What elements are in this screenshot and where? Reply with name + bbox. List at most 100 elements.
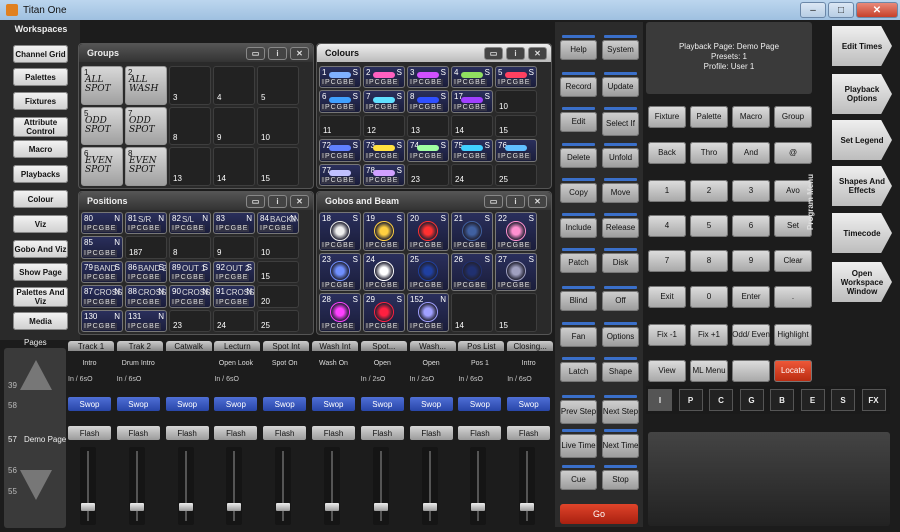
sidebar-item-show-page[interactable]: Show Page (13, 263, 68, 281)
position-palette-cell[interactable]: 9 (213, 236, 255, 259)
colour-palette-cell[interactable]: 72 S IPCGBE (319, 139, 361, 162)
gobo-palette-cell[interactable]: 23 S IPCGBE (319, 252, 361, 292)
playback-tab[interactable]: Lecturn (214, 341, 261, 351)
panel-menu-button[interactable]: ▭ (484, 194, 503, 208)
position-palette-cell[interactable]: 24 (213, 309, 255, 332)
group-cell[interactable]: 1 ALL SPOT (81, 66, 123, 105)
gobo-palette-cell[interactable]: 27 S IPCGBE (495, 252, 537, 292)
swop-button[interactable]: Swop (360, 397, 404, 411)
position-palette-cell[interactable]: 81 S/R N IPCGBE (125, 212, 167, 235)
key-8-button[interactable]: 8 (690, 250, 728, 272)
position-palette-cell[interactable]: 82 S/L N IPCGBE (169, 212, 211, 235)
cmd-unfold-button[interactable]: Unfold (602, 143, 639, 168)
cmd-latch-button[interactable]: Latch (560, 357, 597, 382)
group-cell[interactable]: 14 (213, 147, 255, 186)
sidebar-item-fixtures[interactable]: Fixtures (13, 92, 68, 110)
swop-button[interactable]: Swop (409, 397, 453, 411)
fader-knob[interactable] (227, 503, 242, 511)
sidebar-item-playbacks[interactable]: Playbacks (13, 165, 68, 183)
fader-knob[interactable] (325, 503, 339, 511)
position-palette-cell[interactable]: 80 N IPCGBE (81, 212, 123, 235)
flash-button[interactable]: Flash (360, 426, 404, 440)
fader-knob[interactable] (520, 503, 535, 511)
panel-menu-button[interactable]: ▭ (246, 46, 265, 60)
position-palette-cell[interactable]: 79 BAND S IPCGBE (81, 260, 123, 284)
group-cell[interactable]: 9 (213, 106, 255, 146)
position-palette-cell[interactable]: 25 (257, 309, 299, 332)
gobo-palette-cell[interactable]: 18 S IPCGBE (319, 212, 361, 251)
cmd-include-button[interactable]: Include (560, 213, 597, 238)
position-palette-cell[interactable]: 89 OUT 1 S IPCGBE (169, 260, 211, 284)
key-2-button[interactable]: 2 (690, 180, 728, 202)
gobo-palette-cell[interactable]: 152 N IPCGBE (407, 293, 449, 332)
sidebar-item-gobo-and-viz[interactable]: Gobo And Viz (13, 240, 68, 258)
gobo-palette-cell[interactable]: 29 S IPCGBE (363, 293, 405, 332)
key-group-button[interactable]: Group (774, 106, 812, 128)
key-6-button[interactable]: 6 (732, 215, 770, 237)
playback-fader[interactable] (226, 447, 243, 525)
cmd-cue-button[interactable]: Cue (560, 465, 597, 490)
info-icon[interactable]: i (506, 46, 525, 60)
key-ml-menu-button[interactable]: ML Menu (690, 360, 728, 382)
playback-tab[interactable]: Catwalk (165, 341, 212, 351)
current-page-name[interactable]: Demo Page (24, 435, 66, 444)
key-0-button[interactable]: 0 (690, 286, 728, 308)
info-icon[interactable]: i (268, 46, 287, 60)
colour-palette-cell[interactable]: 12 (363, 114, 405, 138)
colour-palette-cell[interactable]: 73 S IPCGBE (363, 139, 405, 162)
key-4-button[interactable]: 4 (648, 215, 686, 237)
flash-button[interactable]: Flash (409, 426, 453, 440)
cmd-copy-button[interactable]: Copy (560, 178, 597, 203)
flash-button[interactable]: Flash (458, 426, 502, 440)
minimize-button[interactable]: – (800, 2, 826, 18)
colour-palette-cell[interactable]: 24 (451, 163, 493, 186)
key-enter-button[interactable]: Enter (732, 286, 770, 308)
panel-menu-button[interactable]: ▭ (484, 46, 503, 60)
filter-tab-p[interactable]: P (678, 389, 703, 411)
cmd-system-button[interactable]: System (602, 35, 639, 60)
key-odd-even-button[interactable]: Odd/ Even (732, 324, 770, 346)
cmd-next-time-button[interactable]: Next Time (602, 429, 639, 458)
key-3-button[interactable]: 3 (732, 180, 770, 202)
cmd-live-time-button[interactable]: Live Time (560, 429, 597, 458)
info-icon[interactable]: i (268, 194, 287, 208)
playback-fader[interactable] (177, 447, 194, 525)
gobo-palette-cell[interactable]: 14 (451, 293, 493, 332)
key-blank-button[interactable] (732, 360, 770, 382)
swop-button[interactable]: Swop (507, 397, 551, 411)
close-icon[interactable]: ✕ (528, 46, 547, 60)
flash-button[interactable]: Flash (116, 426, 160, 440)
swop-button[interactable]: Swop (263, 397, 307, 411)
colour-palette-cell[interactable]: 17 S IPCGBE (451, 90, 493, 113)
playback-tab[interactable]: Wash Int (312, 341, 358, 351)
cmd-release-button[interactable]: Release (602, 213, 639, 238)
cmd-next-step-button[interactable]: Next Step (602, 395, 639, 424)
fader-knob[interactable] (471, 503, 486, 511)
cmd-move-button[interactable]: Move (602, 178, 639, 203)
cmd-patch-button[interactable]: Patch (560, 248, 597, 273)
position-palette-cell[interactable]: 10 (257, 236, 299, 259)
filter-tab-b[interactable]: B (770, 389, 794, 411)
position-palette-cell[interactable]: 15 (257, 260, 299, 284)
sidebar-item-attribute-control[interactable]: Attribute Control (13, 117, 68, 137)
close-icon[interactable]: ✕ (290, 194, 309, 208)
colour-palette-cell[interactable]: 4 S IPCGBE (451, 66, 493, 89)
cmd-stop-button[interactable]: Stop (602, 465, 639, 490)
group-cell[interactable]: 8 (169, 106, 211, 146)
filter-tab-s[interactable]: S (831, 389, 855, 411)
group-cell[interactable]: 7 ODD SPOT (125, 106, 167, 146)
colour-palette-cell[interactable]: 23 (407, 163, 449, 186)
playback-fader[interactable] (128, 447, 145, 525)
sidebar-item-palettes[interactable]: Palettes (13, 68, 68, 86)
group-cell[interactable]: 3 (169, 66, 211, 105)
swop-button[interactable]: Swop (165, 397, 209, 411)
close-button[interactable]: ✕ (856, 2, 898, 18)
cmd-disk-button[interactable]: Disk (602, 248, 639, 273)
position-palette-cell[interactable]: 90 CROSS N IPCGBE (169, 285, 211, 308)
key-view-button[interactable]: View (648, 360, 686, 382)
position-palette-cell[interactable]: 23 (169, 309, 211, 332)
cmd-shape-button[interactable]: Shape (602, 357, 639, 382)
key-locate-button[interactable]: Locate (774, 360, 812, 382)
position-palette-cell[interactable]: 88CROSS 2NIPCGBE (125, 285, 167, 308)
sidebar-item-viz[interactable]: Viz (13, 215, 68, 233)
